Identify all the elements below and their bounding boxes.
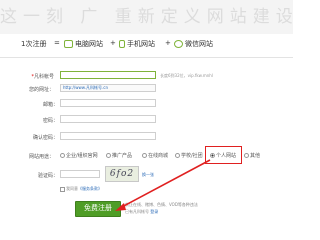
arrow-head-icon: [115, 203, 126, 211]
annotation-arrow: [115, 159, 211, 211]
arrow-shaft: [119, 159, 211, 209]
